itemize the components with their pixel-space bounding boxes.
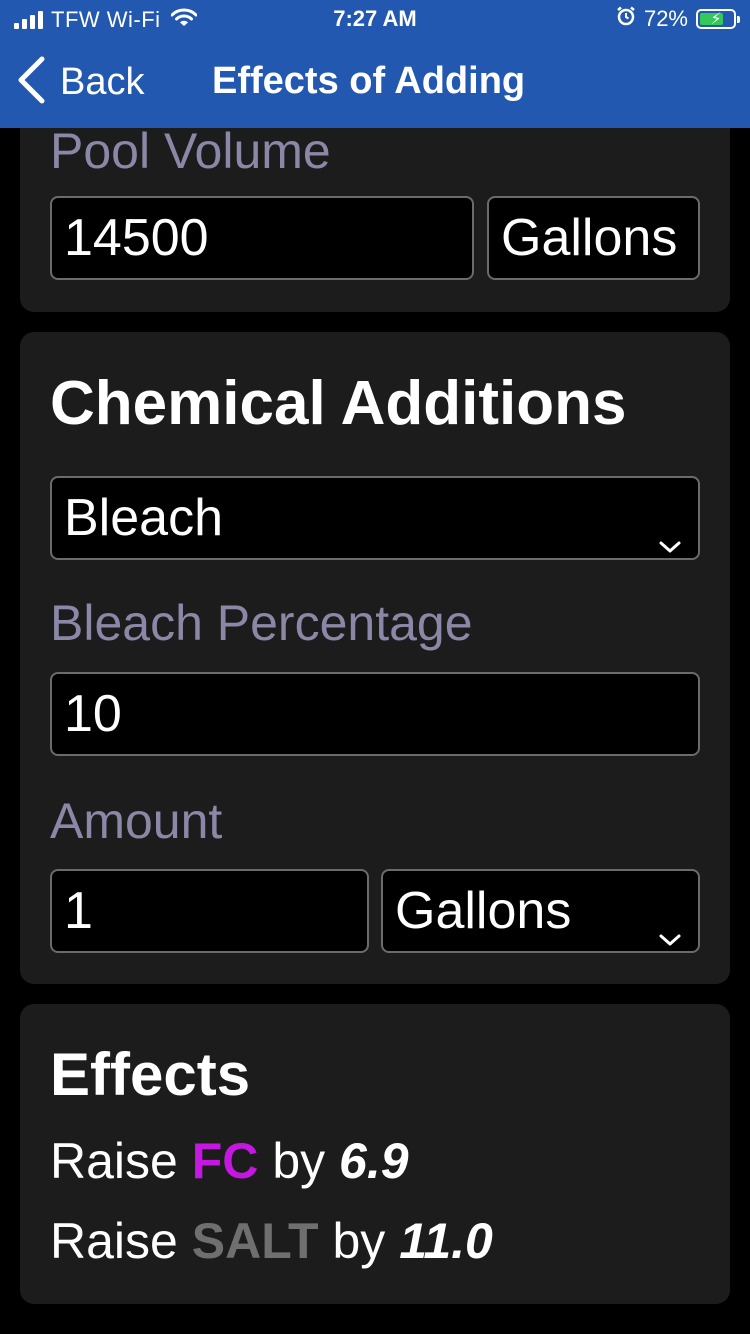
effect-chem-salt: SALT [191, 1213, 319, 1269]
effect-prefix: Raise [50, 1213, 178, 1269]
chevron-down-icon [658, 901, 682, 961]
pool-volume-unit-value: Gallons [501, 209, 678, 267]
pool-volume-input[interactable]: 14500 [50, 196, 474, 280]
effect-value-salt: 11.0 [399, 1213, 493, 1269]
charging-bolt-icon: ⚡ [710, 11, 722, 28]
status-right: 72% ⚡ [616, 6, 740, 32]
amount-unit-select[interactable]: Gallons [381, 869, 700, 953]
pool-volume-unit-select[interactable]: Gallons [487, 196, 700, 280]
page-title: Effects of Adding [212, 60, 526, 102]
effect-line-fc: Raise FC by 6.9 [50, 1132, 409, 1190]
chemical-select[interactable]: Bleach [50, 476, 700, 560]
effects-card: Effects Raise FC by 6.9 Raise SALT by 11… [20, 1004, 730, 1304]
chevron-left-icon [16, 56, 46, 109]
back-button[interactable]: Back [16, 56, 144, 109]
pool-volume-card: Pool Volume 14500 Gallons [20, 100, 730, 312]
chevron-down-icon [658, 508, 682, 568]
chemical-additions-title: Chemical Additions [50, 369, 627, 438]
chemical-select-value: Bleach [64, 489, 223, 547]
back-label: Back [60, 61, 145, 103]
battery-icon: ⚡ [696, 9, 740, 29]
bleach-percentage-input[interactable]: 10 [50, 672, 700, 756]
effect-by: by [332, 1213, 386, 1269]
chemical-additions-card: Chemical Additions Bleach Bleach Percent… [20, 332, 730, 984]
effect-value-fc: 6.9 [339, 1133, 409, 1189]
effects-title: Effects [50, 1041, 251, 1108]
alarm-icon [616, 6, 636, 32]
status-bar: TFW Wi-Fi 7:27 AM 72% ⚡ [0, 0, 750, 40]
amount-unit-value: Gallons [395, 882, 572, 940]
pool-volume-label: Pool Volume [50, 123, 331, 179]
amount-label: Amount [50, 793, 223, 849]
nav-bar: Back Effects of Adding [0, 50, 750, 120]
amount-input[interactable]: 1 [50, 869, 369, 953]
effect-chem-fc: FC [191, 1133, 259, 1189]
header: TFW Wi-Fi 7:27 AM 72% ⚡ Back Effects of … [0, 0, 750, 128]
bleach-percentage-label: Bleach Percentage [50, 595, 473, 651]
effect-by: by [272, 1133, 326, 1189]
effect-prefix: Raise [50, 1133, 178, 1189]
effect-line-salt: Raise SALT by 11.0 [50, 1212, 493, 1270]
battery-percent: 72% [643, 6, 688, 31]
